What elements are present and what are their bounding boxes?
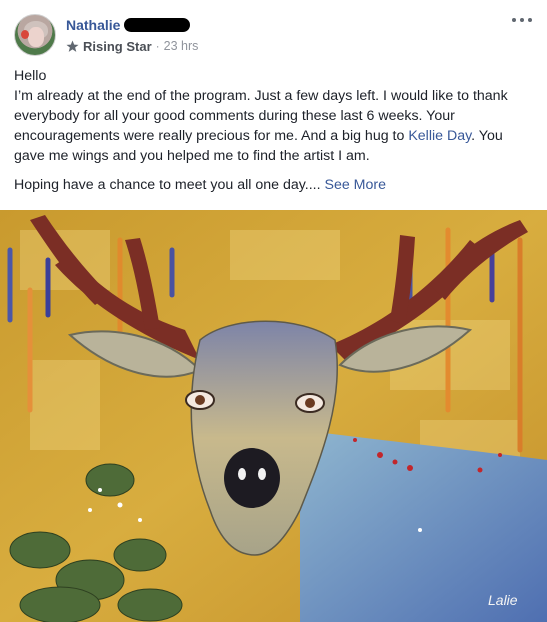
more-dot-icon	[528, 18, 532, 22]
message-greeting: Hello	[14, 68, 47, 84]
deer-painting-image: Lalie	[0, 210, 547, 622]
post-timestamp[interactable]: 23 hrs	[164, 39, 199, 53]
post-options-button[interactable]	[510, 12, 534, 28]
meta-separator: ·	[155, 39, 160, 53]
more-dot-icon	[512, 18, 516, 22]
rising-star-icon	[66, 39, 79, 52]
painting-signature: Lalie	[488, 592, 518, 608]
rising-star-badge[interactable]: Rising Star	[83, 39, 152, 54]
author-avatar[interactable]	[14, 14, 56, 56]
message-closing: Hoping have a chance to meet you all one…	[14, 175, 536, 195]
more-dot-icon	[520, 18, 524, 22]
mention-link[interactable]: Kellie Day	[408, 128, 471, 144]
author-row: Nathalie	[66, 16, 191, 34]
post-message: Hello I’m already at the end of the prog…	[14, 66, 536, 195]
message-paragraph: I’m already at the end of the program. J…	[14, 86, 536, 166]
redacted-surname	[124, 18, 191, 32]
see-more-link[interactable]: See More	[324, 177, 386, 193]
author-name-link[interactable]: Nathalie	[66, 17, 120, 33]
post-meta: Rising Star · 23 hrs	[66, 38, 198, 54]
closing-text: Hoping have a chance to meet you all one…	[14, 177, 325, 193]
post-photo[interactable]: Lalie	[0, 210, 547, 622]
feed-post: Nathalie Rising Star · 23 hrs Hello I’m …	[0, 0, 547, 622]
post-header: Nathalie Rising Star · 23 hrs	[14, 12, 534, 60]
